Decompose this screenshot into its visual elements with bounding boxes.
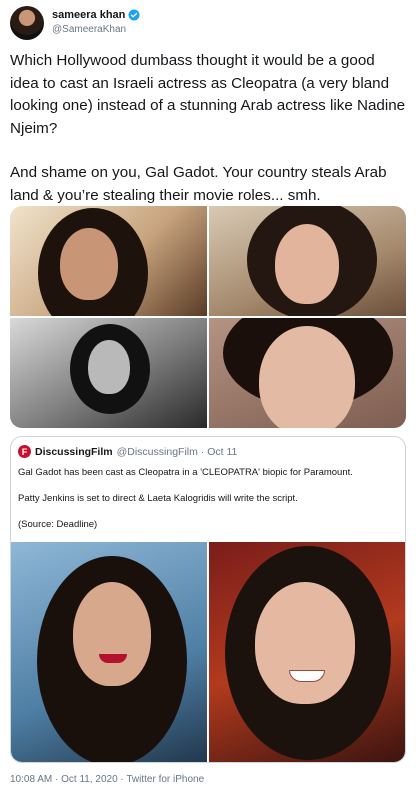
tweet-paragraph: And shame on you, Gal Gadot. Your countr… [10,164,387,204]
quoted-media-grid [11,542,405,762]
tweet-photo-1[interactable] [10,206,207,316]
quoted-photo-1[interactable] [11,542,207,762]
tweet-photo-4[interactable] [209,318,406,428]
quoted-display-name[interactable]: DiscussingFilm [35,446,113,458]
tweet-meta[interactable]: 10:08 AM · Oct 11, 2020 · Twitter for iP… [10,774,204,785]
quoted-tweet[interactable]: F DiscussingFilm @DiscussingFilm · Oct 1… [10,436,406,763]
quoted-paragraph: (Source: Deadline) [18,519,98,530]
name-row: sameera khan [52,9,140,21]
tweet-text: Which Hollywood dumbass thought it would… [10,50,406,207]
user-handle[interactable]: @SameeraKhan [52,24,126,35]
quoted-tweet-header: F DiscussingFilm @DiscussingFilm · Oct 1… [18,445,237,458]
verified-badge-icon [128,9,140,21]
tweet-paragraph: Which Hollywood dumbass thought it would… [10,52,406,137]
quoted-handle-date: @DiscussingFilm · Oct 11 [116,445,238,458]
quoted-paragraph: Gal Gadot has been cast as Cleopatra in … [18,467,353,478]
quoted-paragraph: Patty Jenkins is set to direct & Laeta K… [18,493,298,504]
quoted-tweet-text: Gal Gadot has been cast as Cleopatra in … [18,466,396,531]
quoted-avatar[interactable]: F [18,445,31,458]
tweet-header: sameera khan @SameeraKhan [10,6,406,42]
avatar[interactable] [10,6,44,40]
tweet-photo-2[interactable] [209,206,406,316]
display-name[interactable]: sameera khan [52,9,125,21]
tweet-media-grid [10,206,406,428]
tweet-photo-3[interactable] [10,318,207,428]
quoted-photo-2[interactable] [209,542,405,762]
